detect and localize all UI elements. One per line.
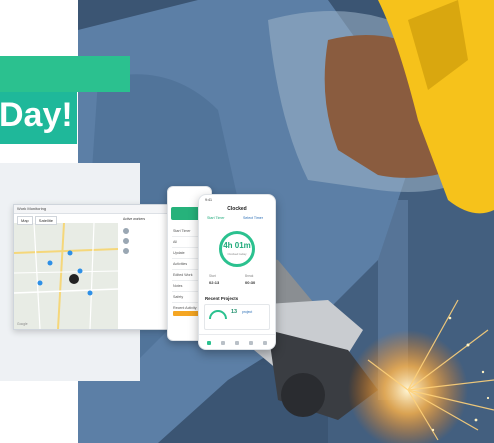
status-time: 9:41 bbox=[205, 198, 212, 202]
timer-value: 4h 01m bbox=[223, 241, 251, 250]
menu-item[interactable]: Recent Activity bbox=[173, 306, 197, 310]
map-pin-selected[interactable] bbox=[69, 274, 79, 284]
map-pin[interactable] bbox=[47, 260, 53, 266]
bottom-nav bbox=[199, 334, 275, 349]
stat-label: Break bbox=[245, 274, 254, 278]
project-amount: 13 bbox=[231, 309, 238, 315]
timer-caption: Clocked today bbox=[227, 252, 247, 256]
screen-title: Clocked bbox=[227, 206, 247, 212]
menu-item[interactable]: Update bbox=[173, 251, 185, 255]
tab-satellite[interactable]: Satellite bbox=[34, 216, 58, 225]
nav-list-icon[interactable] bbox=[249, 341, 253, 345]
project-unit: project bbox=[242, 310, 253, 314]
tab-select-timer[interactable]: Select Timer bbox=[243, 216, 263, 220]
map-pin[interactable] bbox=[67, 250, 73, 256]
stat-label: Start bbox=[209, 274, 216, 278]
phone-mockup-timer: 9:41 Clocked Start Timer Select Timer 4h… bbox=[198, 194, 276, 350]
tab-start-timer[interactable]: Start Timer bbox=[207, 216, 225, 220]
banner-headline: Day! bbox=[0, 96, 73, 134]
sidebar-heading: Active workers bbox=[123, 217, 146, 221]
map-streets bbox=[14, 223, 118, 329]
map-view[interactable]: Google bbox=[14, 223, 118, 329]
menu-item[interactable]: Edited Work bbox=[173, 273, 193, 277]
banner-stripe-main: Day! bbox=[0, 92, 77, 144]
map-attribution: Google bbox=[17, 322, 28, 326]
avatar bbox=[123, 238, 129, 244]
map-pin[interactable] bbox=[37, 280, 43, 286]
menu-item[interactable]: Start Timer bbox=[173, 229, 191, 233]
avatar bbox=[123, 248, 129, 254]
hero-banner: Day! Work Monitoring Google Map Satellit… bbox=[0, 0, 494, 443]
stat-value: 02:13 bbox=[209, 280, 220, 285]
nav-map-icon[interactable] bbox=[235, 341, 239, 345]
recent-projects-title: Recent Projects bbox=[205, 296, 239, 301]
banner-stripe-top bbox=[0, 56, 130, 92]
nav-more-icon[interactable] bbox=[263, 341, 267, 345]
map-pin[interactable] bbox=[87, 290, 93, 296]
menu-item[interactable]: Notes bbox=[173, 284, 182, 288]
tab-map[interactable]: Map bbox=[17, 216, 33, 225]
menu-item[interactable]: All bbox=[173, 240, 177, 244]
menu-item[interactable]: Safety bbox=[173, 295, 183, 299]
nav-home-icon[interactable] bbox=[207, 341, 211, 345]
menu-item[interactable]: Activities bbox=[173, 262, 187, 266]
nav-clock-icon[interactable] bbox=[221, 341, 225, 345]
map-type-tabs: Map Satellite bbox=[17, 216, 58, 225]
laptop-window-title: Work Monitoring bbox=[14, 205, 177, 214]
stat-value: 00:30 bbox=[245, 280, 256, 285]
gauge-icon bbox=[209, 310, 227, 320]
map-pin[interactable] bbox=[77, 268, 83, 274]
avatar bbox=[123, 228, 129, 234]
laptop-mockup: Work Monitoring Google Map Satellite Act… bbox=[13, 204, 178, 330]
